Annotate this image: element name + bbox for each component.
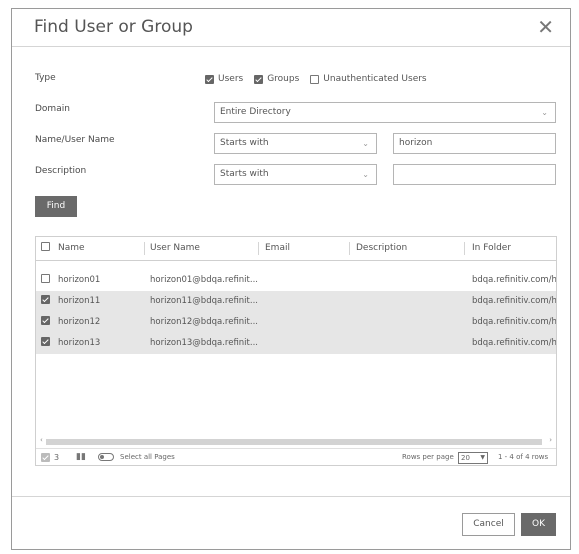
column-user-name[interactable]: User Name	[150, 237, 200, 260]
column-description[interactable]: Description	[356, 237, 407, 260]
row-user-name: horizon13@bdqa.refinit...	[150, 338, 258, 348]
chevron-down-icon: ⌄	[362, 170, 369, 179]
find-button[interactable]: Find	[35, 196, 77, 217]
groups-label: Groups	[267, 74, 300, 84]
rows-per-page-label: Rows per page	[402, 453, 454, 461]
type-option-groups[interactable]: Groups	[254, 74, 299, 84]
name-match-value: Starts with	[220, 138, 269, 148]
table-row[interactable]: horizon12 horizon12@bdqa.refinit... bdqa…	[36, 312, 556, 333]
type-options: Users Groups Unauthenticated Users	[205, 74, 432, 84]
scroll-right-icon[interactable]: ›	[549, 436, 552, 444]
unauthenticated-checkbox[interactable]	[310, 74, 320, 84]
groups-checkbox[interactable]	[254, 74, 264, 84]
domain-label: Domain	[35, 104, 70, 114]
select-all-pages-label: Select all Pages	[120, 453, 175, 461]
row-name: horizon13	[58, 338, 101, 348]
grid-footer: 3 ▮▮ Select all Pages Rows per page 20 ▼…	[36, 448, 556, 467]
type-option-unauthenticated[interactable]: Unauthenticated Users	[310, 74, 427, 84]
table-row[interactable]: horizon13 horizon13@bdqa.refinit... bdqa…	[36, 333, 556, 354]
description-label: Description	[35, 166, 87, 176]
chevron-down-icon: ⌄	[362, 139, 369, 148]
find-user-group-dialog: Find User or Group ✕ Type Users Groups U…	[11, 8, 571, 550]
select-all-checkbox[interactable]	[41, 242, 50, 251]
scrollbar-thumb[interactable]	[46, 439, 542, 445]
row-user-name: horizon11@bdqa.refinit...	[150, 296, 258, 306]
column-email[interactable]: Email	[265, 237, 290, 260]
column-chooser-icon[interactable]: ▮▮	[76, 452, 86, 462]
ok-button[interactable]: OK	[521, 513, 556, 536]
close-icon[interactable]: ✕	[537, 17, 554, 37]
rows-range: 1 - 4 of 4 rows	[498, 453, 549, 461]
table-row[interactable]: horizon11 horizon11@bdqa.refinit... bdqa…	[36, 291, 556, 312]
description-match-value: Starts with	[220, 169, 269, 179]
results-grid: Name User Name Email Description In Fold…	[35, 236, 557, 466]
users-checkbox[interactable]	[205, 74, 214, 84]
rows-per-page-select[interactable]: 20 ▼	[458, 452, 488, 464]
table-row[interactable]: horizon01 horizon01@bdqa.refinit... bdqa…	[36, 270, 556, 291]
column-divider	[258, 242, 259, 255]
row-name: horizon11	[58, 296, 101, 306]
name-input[interactable]: horizon	[393, 133, 556, 154]
domain-select[interactable]: Entire Directory ⌄	[214, 102, 556, 123]
name-label: Name/User Name	[35, 135, 115, 145]
row-checkbox[interactable]	[41, 337, 50, 346]
name-match-select[interactable]: Starts with ⌄	[214, 133, 377, 154]
unauthenticated-label: Unauthenticated Users	[323, 74, 427, 84]
select-all-pages-toggle[interactable]	[98, 453, 114, 461]
grid-header: Name User Name Email Description In Fold…	[36, 237, 556, 261]
column-divider	[349, 242, 350, 255]
domain-value: Entire Directory	[220, 107, 291, 117]
row-in-folder: bdqa.refinitiv.com/h	[472, 317, 556, 327]
horizontal-scrollbar[interactable]: ‹ ›	[40, 436, 552, 445]
description-match-select[interactable]: Starts with ⌄	[214, 164, 377, 185]
scroll-left-icon[interactable]: ‹	[40, 436, 43, 444]
row-user-name: horizon01@bdqa.refinit...	[150, 275, 258, 285]
column-divider	[464, 242, 465, 255]
row-user-name: horizon12@bdqa.refinit...	[150, 317, 258, 327]
users-label: Users	[218, 74, 244, 84]
row-name: horizon01	[58, 275, 101, 285]
row-in-folder: bdqa.refinitiv.com/h	[472, 275, 556, 285]
column-divider	[144, 242, 145, 255]
footer-divider	[12, 496, 570, 497]
row-checkbox[interactable]	[41, 295, 50, 304]
row-checkbox[interactable]	[41, 274, 50, 283]
selected-count: 3	[54, 453, 60, 462]
chevron-down-icon: ▼	[480, 454, 485, 461]
name-input-value: horizon	[399, 138, 433, 148]
type-option-users[interactable]: Users	[205, 74, 243, 84]
row-name: horizon12	[58, 317, 101, 327]
row-in-folder: bdqa.refinitiv.com/h	[472, 338, 556, 348]
header-divider	[12, 46, 570, 47]
column-in-folder[interactable]: In Folder	[472, 237, 511, 260]
rows-per-page-value: 20	[461, 454, 470, 462]
dialog-title: Find User or Group	[34, 17, 193, 37]
selected-count-checkbox	[41, 453, 50, 462]
chevron-down-icon: ⌄	[541, 108, 548, 117]
row-in-folder: bdqa.refinitiv.com/h	[472, 296, 556, 306]
row-checkbox[interactable]	[41, 316, 50, 325]
type-label: Type	[35, 73, 56, 83]
column-name[interactable]: Name	[58, 237, 85, 260]
cancel-button[interactable]: Cancel	[462, 513, 515, 536]
description-input[interactable]	[393, 164, 556, 185]
